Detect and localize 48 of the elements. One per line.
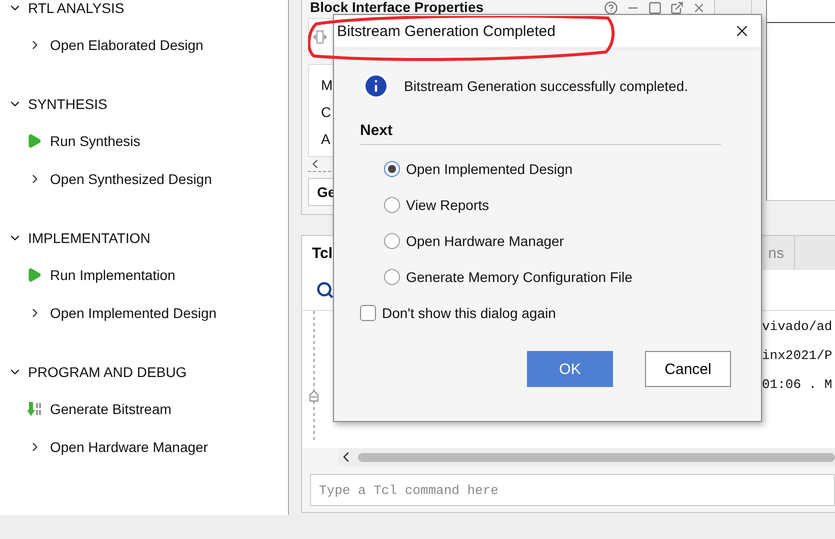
section-title: PROGRAM AND DEBUG — [28, 364, 187, 380]
cancel-button[interactable]: Cancel — [645, 351, 731, 387]
navigator-item[interactable]: Run Synthesis — [8, 122, 288, 160]
section-header[interactable]: RTL ANALYSIS — [8, 0, 288, 26]
tcl-command-input[interactable]: Type a Tcl command here — [310, 474, 835, 506]
download-bits-icon — [26, 401, 42, 417]
navigator-item[interactable]: Open Elaborated Design — [8, 26, 288, 64]
radio-button[interactable] — [384, 233, 400, 249]
dialog-title: Bitstream Generation Completed — [337, 22, 556, 40]
radio-option[interactable]: Open Implemented Design — [384, 151, 721, 187]
navigator-item[interactable]: Open Synthesized Design — [8, 160, 288, 198]
radio-button[interactable] — [384, 197, 400, 213]
radio-button[interactable] — [384, 269, 400, 285]
dialog-message: Bitstream Generation successfully completed. — [404, 78, 688, 94]
dont-show-checkbox[interactable]: Don't show this dialog again — [360, 295, 721, 331]
section-title: RTL ANALYSIS — [28, 0, 124, 16]
console-line: 01:06 . M — [762, 377, 834, 392]
help-icon[interactable] — [604, 1, 618, 15]
section-header[interactable]: PROGRAM AND DEBUG — [8, 354, 288, 390]
radio-option[interactable]: Generate Memory Configuration File — [384, 259, 721, 295]
checkbox[interactable] — [360, 305, 376, 321]
property-label: A — [321, 131, 330, 147]
section-header[interactable]: SYNTHESIS — [8, 86, 288, 122]
panel-title: Block Interface Properties — [310, 0, 484, 15]
interface-icon — [313, 29, 327, 45]
float-icon[interactable] — [670, 1, 684, 15]
maximize-icon[interactable] — [648, 1, 662, 15]
section-heading: Next — [360, 122, 721, 145]
section-title: IMPLEMENTATION — [28, 230, 150, 246]
console-line: inx2021/P — [762, 348, 834, 363]
search-icon[interactable] — [316, 281, 334, 299]
navigator-item[interactable]: Run Implementation — [8, 256, 288, 294]
radio-option[interactable]: Open Hardware Manager — [384, 223, 721, 259]
ok-button[interactable]: OK — [527, 351, 613, 387]
section-title: SYNTHESIS — [28, 96, 108, 112]
radio-button[interactable] — [384, 161, 400, 177]
scrollbar-thumb[interactable] — [358, 452, 835, 462]
play-icon — [26, 133, 42, 149]
radio-option[interactable]: View Reports — [384, 187, 721, 223]
section-header[interactable]: IMPLEMENTATION — [8, 220, 288, 256]
property-label: M — [321, 77, 333, 93]
info-icon — [362, 72, 390, 100]
navigator-item[interactable]: Open Hardware Manager — [8, 428, 288, 466]
play-icon — [26, 267, 42, 283]
navigator-item[interactable]: Open Implemented Design — [8, 294, 288, 332]
navigator-item[interactable]: Generate Bitstream — [8, 390, 288, 428]
console-line: vivado/ad — [762, 319, 834, 334]
property-label: C — [321, 104, 332, 120]
